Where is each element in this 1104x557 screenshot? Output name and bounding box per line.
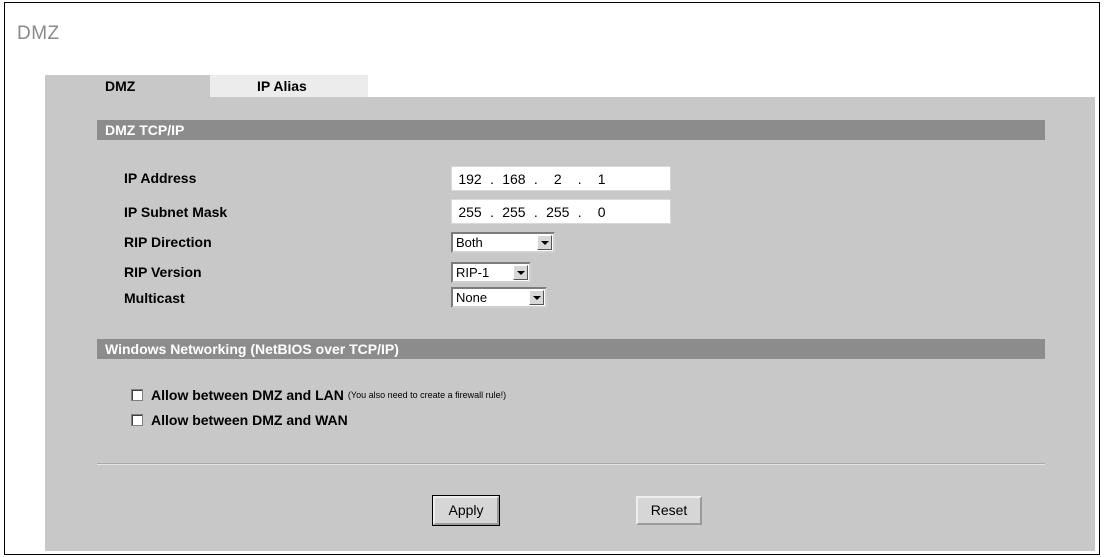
ip-address-octet-4[interactable] — [583, 168, 620, 189]
section-header-windows-networking: Windows Networking (NetBIOS over TCP/IP) — [97, 339, 1045, 359]
rip-version-label: RIP Version — [124, 264, 202, 280]
ip-address-dot: . — [533, 170, 538, 187]
allow-dmz-wan-label: Allow between DMZ and WAN — [151, 412, 348, 428]
dmz-window: DMZ DMZ IP Alias DMZ TCP/IP IP Address .… — [4, 2, 1100, 555]
subnet-mask-field: . . . — [451, 199, 671, 224]
multicast-value: None — [456, 290, 488, 305]
subnet-mask-label: IP Subnet Mask — [124, 204, 228, 220]
subnet-mask-dot: . — [533, 203, 538, 220]
ip-address-label: IP Address — [124, 170, 197, 186]
allow-dmz-wan-checkbox[interactable] — [131, 414, 143, 426]
chevron-down-icon[interactable] — [537, 235, 552, 250]
rip-direction-value: Both — [456, 235, 483, 250]
firewall-rule-note: (You also need to create a firewall rule… — [347, 390, 507, 400]
tab-ip-alias[interactable]: IP Alias — [210, 75, 368, 97]
rip-direction-select[interactable]: Both — [451, 232, 555, 253]
ip-address-dot: . — [577, 170, 582, 187]
subnet-mask-octet-3[interactable] — [539, 201, 576, 222]
dmz-settings-panel: DMZ TCP/IP IP Address . . . IP Subnet Ma… — [45, 97, 1095, 551]
subnet-mask-dot: . — [577, 203, 582, 220]
subnet-mask-octet-4[interactable] — [583, 201, 620, 222]
allow-dmz-lan-label: Allow between DMZ and LAN — [151, 387, 344, 403]
allow-dmz-wan-row: Allow between DMZ and WAN — [131, 412, 348, 428]
multicast-label: Multicast — [124, 290, 185, 306]
rip-version-select[interactable]: RIP-1 — [451, 262, 531, 283]
multicast-select[interactable]: None — [451, 287, 547, 308]
rip-direction-label: RIP Direction — [124, 234, 212, 250]
ip-address-octet-1[interactable] — [452, 168, 488, 189]
allow-dmz-lan-checkbox[interactable] — [131, 389, 143, 401]
rip-version-value: RIP-1 — [456, 265, 490, 280]
reset-button[interactable]: Reset — [636, 496, 702, 525]
subnet-mask-octet-2[interactable] — [495, 201, 532, 222]
ip-address-field: . . . — [451, 166, 671, 191]
chevron-down-icon[interactable] — [529, 290, 544, 305]
ip-address-octet-2[interactable] — [495, 168, 532, 189]
apply-button[interactable]: Apply — [432, 495, 500, 526]
chevron-down-icon[interactable] — [513, 265, 528, 280]
section-header-dmz-tcpip: DMZ TCP/IP — [97, 120, 1045, 140]
ip-address-dot: . — [490, 170, 494, 187]
ip-address-octet-3[interactable] — [539, 168, 576, 189]
allow-dmz-lan-row: Allow between DMZ and LAN (You also need… — [131, 387, 506, 403]
page-title: DMZ — [17, 23, 60, 44]
subnet-mask-octet-1[interactable] — [452, 201, 488, 222]
subnet-mask-dot: . — [490, 203, 494, 220]
divider — [97, 463, 1045, 465]
tab-dmz[interactable]: DMZ — [45, 75, 210, 97]
